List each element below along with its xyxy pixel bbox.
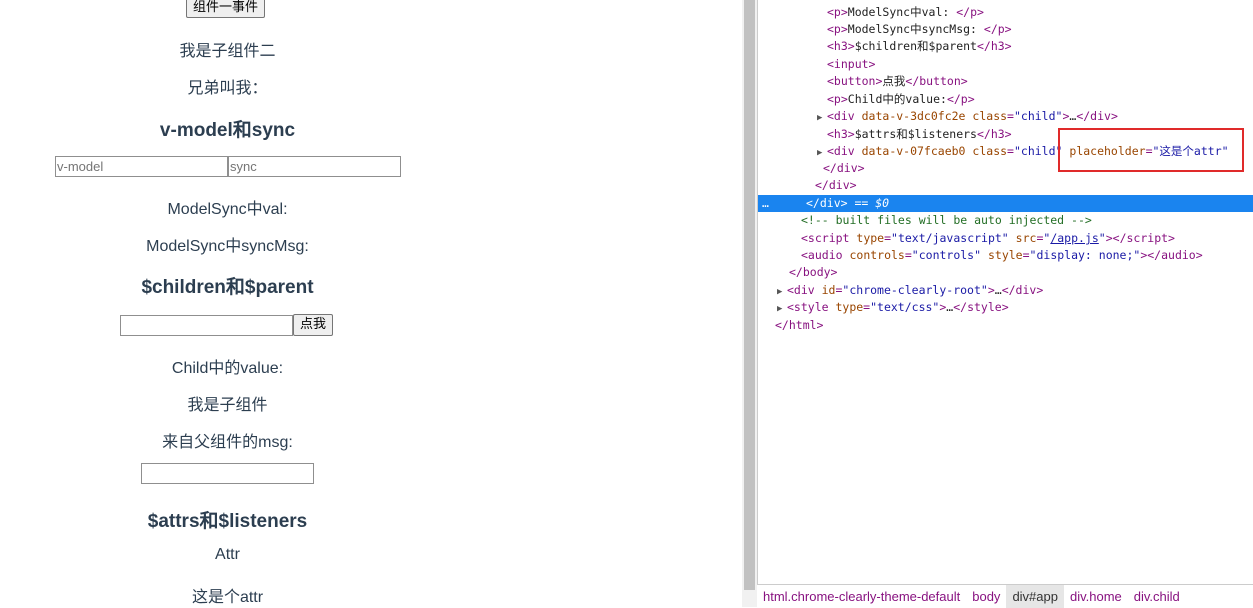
from-parent-text: 来自父组件的msg: <box>162 434 293 451</box>
dom-line[interactable]: </html> <box>758 317 1253 334</box>
child-input[interactable] <box>141 463 314 484</box>
sync-input[interactable] <box>228 156 401 177</box>
click-me-button[interactable]: 点我 <box>293 314 334 336</box>
dom-line-audio[interactable]: <audio controls="controls" style="displa… <box>758 247 1253 264</box>
dom-line-script[interactable]: <script type="text/javascript" src="/app… <box>758 230 1253 247</box>
dom-line[interactable]: <button>点我</button> <box>758 73 1253 90</box>
dom-line[interactable]: </div> <box>758 177 1253 194</box>
modelsync-val-text: ModelSync中val: <box>167 201 288 218</box>
dom-line-selected[interactable]: … </div> == $0 <box>758 195 1253 212</box>
child-me-text: 我是子组件 <box>187 397 268 414</box>
breadcrumb-item[interactable]: div.home <box>1064 585 1128 608</box>
dom-line[interactable]: <p>ModelSync中syncMsg: </p> <box>758 21 1253 38</box>
child-value-text: Child中的value: <box>171 360 284 377</box>
attr-text: Attr <box>215 546 240 563</box>
rendered-page: 组件一事件 我是子组件二 兄弟叫我： v-model和sync ModelSyn… <box>0 0 742 607</box>
vmodel-input[interactable] <box>55 156 228 177</box>
devtools-elements-panel: <p>ModelSync中val: </p> <p>ModelSync中sync… <box>757 0 1253 607</box>
breadcrumb: html.chrome-clearly-theme-default body div… <box>757 584 1253 608</box>
dom-line[interactable]: <p>ModelSync中val: </p> <box>758 4 1253 21</box>
breadcrumb-item-active[interactable]: div#app <box>1006 585 1064 608</box>
dom-line[interactable]: <p>Child中的value:</p> <box>758 91 1253 108</box>
expand-triangle-icon[interactable]: ▶ <box>777 301 787 318</box>
breadcrumb-item[interactable]: html.chrome-clearly-theme-default <box>757 585 966 608</box>
modelsync-syncmsg-text: ModelSync中syncMsg: <box>146 238 309 255</box>
heading-children-parent: $children和$parent <box>141 277 314 298</box>
dom-line[interactable]: <h3>$children和$parent</h3> <box>758 38 1253 55</box>
dom-line-comment[interactable]: <!-- built files will be auto injected -… <box>758 212 1253 229</box>
component-one-event-button[interactable]: 组件一事件 <box>186 0 266 18</box>
breadcrumb-item[interactable]: div.child <box>1128 585 1186 608</box>
child2-text: 我是子组件二 <box>179 43 276 60</box>
dom-line-clearly-root[interactable]: ▶ <div id="chrome-clearly-root">…</div> <box>758 282 1253 299</box>
dom-line[interactable]: <input> <box>758 56 1253 73</box>
breadcrumb-item[interactable]: body <box>966 585 1006 608</box>
heading-attrs-listeners: $attrs和$listeners <box>147 511 308 532</box>
heading-vmodel-sync: v-model和sync <box>159 120 296 141</box>
page-scrollbar[interactable] <box>742 0 757 607</box>
brother-text: 兄弟叫我： <box>187 80 268 97</box>
expand-triangle-icon[interactable]: ▶ <box>817 110 827 127</box>
script-src-link[interactable]: /app.js <box>1050 231 1098 245</box>
dom-line-style[interactable]: ▶ <style type="text/css">…</style> <box>758 299 1253 316</box>
dom-line-div-child[interactable]: ▶ <div data-v-3dc0fc2e class="child">…</d… <box>758 108 1253 125</box>
this-attr-text: 这是个attr <box>191 589 264 606</box>
scrollbar-thumb[interactable] <box>744 0 755 590</box>
dom-line[interactable]: </body> <box>758 264 1253 281</box>
children-input[interactable] <box>120 315 293 336</box>
annotation-highlight-box <box>1058 128 1244 172</box>
